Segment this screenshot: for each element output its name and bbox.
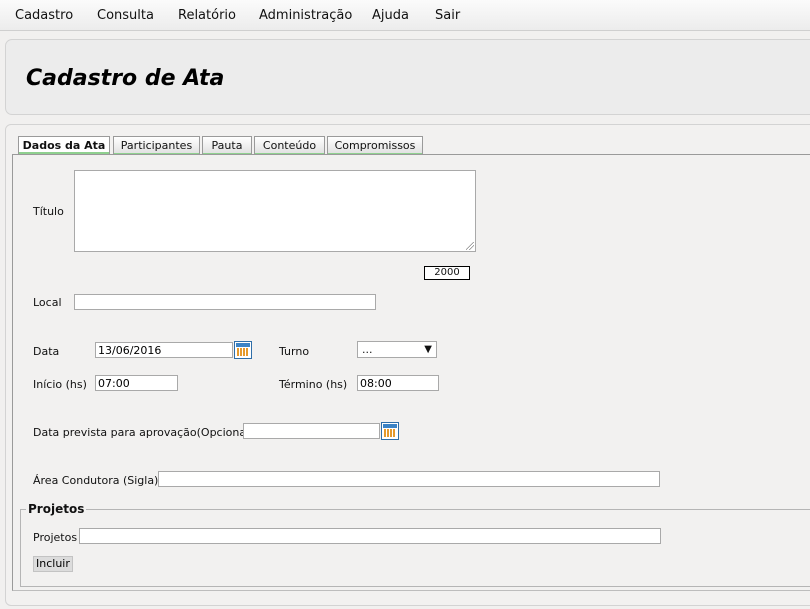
turno-select[interactable]: ... ▼ [357, 341, 437, 358]
inicio-input[interactable] [95, 375, 178, 391]
title-panel: Cadastro de Ata [5, 39, 810, 115]
data-input[interactable] [95, 342, 233, 358]
resize-grip-icon[interactable] [466, 242, 474, 250]
local-input[interactable] [74, 294, 376, 310]
titulo-label: Título [33, 205, 64, 218]
projetos-legend: Projetos [26, 502, 87, 516]
menu-ajuda[interactable]: Ajuda [372, 8, 409, 23]
termino-label: Término (hs) [279, 378, 348, 391]
turno-label: Turno [279, 345, 310, 358]
tab-conteudo[interactable]: Conteúdo [254, 136, 325, 156]
termino-input[interactable] [357, 375, 439, 391]
tab-pauta[interactable]: Pauta [202, 136, 252, 156]
data-label: Data [33, 345, 60, 358]
titulo-textarea[interactable] [74, 170, 476, 252]
data-prevista-input[interactable] [243, 423, 380, 439]
inicio-label: Início (hs) [33, 378, 87, 391]
menu-bar: Cadastro Consulta Relatório Administraçã… [0, 0, 810, 31]
local-label: Local [33, 296, 62, 309]
tab-strip-divider [12, 154, 810, 155]
turno-selected-value: ... [362, 343, 373, 356]
projetos-label: Projetos [33, 531, 78, 544]
tab-compromissos[interactable]: Compromissos [327, 136, 423, 156]
titulo-char-counter: 2000 [424, 266, 470, 280]
menu-cadastro[interactable]: Cadastro [15, 8, 73, 23]
chevron-down-icon: ▼ [424, 344, 432, 355]
tab-dados-da-ata[interactable]: Dados da Ata [18, 136, 110, 155]
incluir-button[interactable]: Incluir [33, 556, 73, 572]
area-condutora-input[interactable] [158, 471, 660, 487]
menu-relatorio[interactable]: Relatório [178, 8, 236, 23]
data-prevista-label: Data prevista para aprovação(Opcional) [33, 426, 254, 439]
projetos-fieldset [20, 509, 810, 587]
projetos-input[interactable] [79, 528, 661, 544]
calendar-icon[interactable] [234, 341, 252, 359]
menu-consulta[interactable]: Consulta [97, 8, 154, 23]
menu-administracao[interactable]: Administração [259, 8, 352, 23]
tab-participantes[interactable]: Participantes [113, 136, 200, 156]
area-condutora-label: Área Condutora (Sigla) [33, 474, 159, 487]
calendar-icon[interactable] [381, 422, 399, 440]
page-title: Cadastro de Ata [26, 66, 225, 91]
menu-sair[interactable]: Sair [435, 8, 460, 23]
